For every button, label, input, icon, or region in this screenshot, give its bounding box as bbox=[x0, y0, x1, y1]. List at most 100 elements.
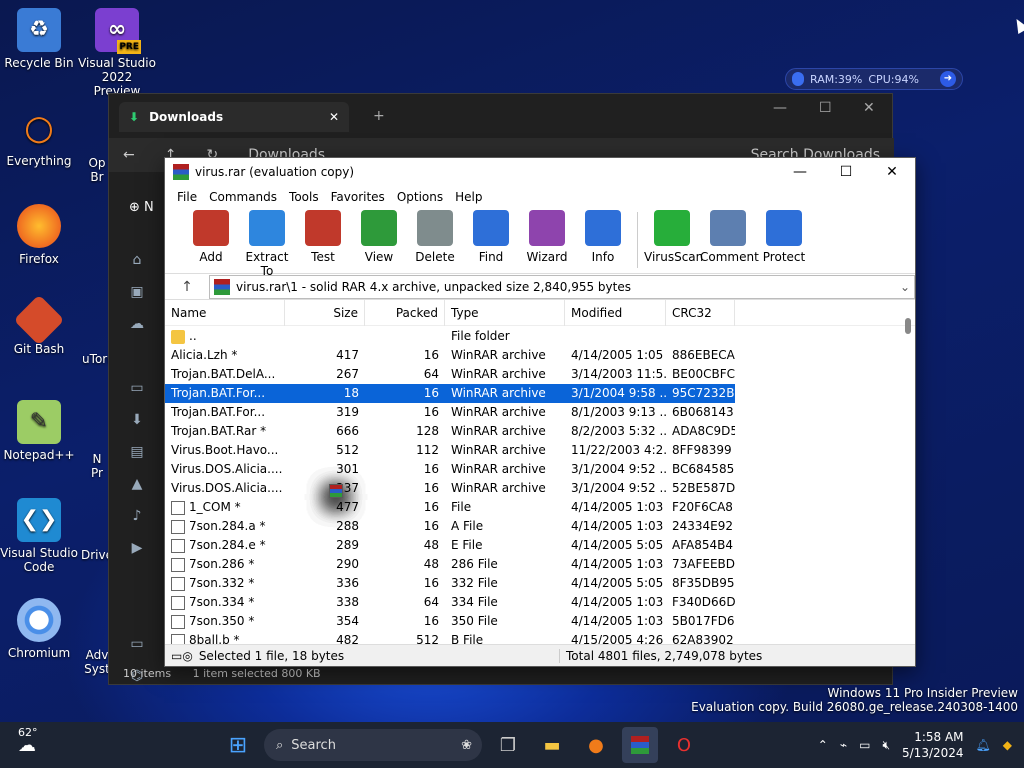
taskbar-search[interactable]: ⌕ Search ❀ bbox=[264, 729, 482, 761]
desktop-icon-git-bash[interactable]: Git Bash bbox=[0, 294, 78, 356]
onedrive-icon[interactable]: ☁ bbox=[109, 308, 165, 340]
view-button[interactable]: View bbox=[351, 208, 407, 264]
cell-type: 286 File bbox=[451, 557, 498, 571]
firefox-taskbar-icon[interactable]: ● bbox=[578, 727, 614, 763]
menu-tools[interactable]: Tools bbox=[283, 190, 325, 204]
table-row[interactable]: Alicia.Lzh * 417 16 WinRAR archive 4/14/2005… bbox=[165, 346, 905, 498]
info-button[interactable]: Info bbox=[575, 208, 631, 264]
column-size[interactable]: Size bbox=[285, 299, 365, 326]
weather-widget[interactable]: 62° ☁ bbox=[18, 726, 38, 756]
table-row[interactable]: Virus.DOS.Alicia.... 237 16 WinRAR archive 3… bbox=[165, 479, 905, 498]
chevron-down-icon[interactable]: ⌄ bbox=[896, 280, 914, 294]
close-button[interactable]: ✕ bbox=[869, 158, 915, 186]
windows-watermark: Windows 11 Pro Insider Preview Evaluatio… bbox=[691, 686, 1018, 714]
task-view-icon[interactable]: ❐ bbox=[490, 727, 526, 763]
chevron-up-icon[interactable]: ⌃ bbox=[818, 738, 828, 752]
file-list: .. File folder Alicia.Lzh * 417 16 WinRAR arc… bbox=[165, 327, 905, 645]
table-row[interactable]: Trojan.BAT.For... 319 16 WinRAR archive 8/1/… bbox=[165, 403, 905, 498]
desktop-icon-visual-studio-preview[interactable]: ∞ PRE Visual Studio 2022 Preview bbox=[78, 8, 156, 98]
ram-cpu-widget[interactable]: RAM:39% CPU:94% ➜ bbox=[785, 68, 963, 90]
column-type[interactable]: Type bbox=[445, 299, 565, 326]
winrar-taskbar-icon[interactable] bbox=[622, 727, 658, 763]
menu-help[interactable]: Help bbox=[449, 190, 488, 204]
pictures-icon[interactable]: ▲ bbox=[109, 468, 165, 500]
up-arrow-icon[interactable]: ↑ bbox=[165, 279, 209, 295]
column-modified[interactable]: Modified bbox=[565, 299, 666, 326]
cell-crc: 6B068143 bbox=[672, 405, 734, 419]
menu-commands[interactable]: Commands bbox=[203, 190, 283, 204]
table-row[interactable]: Virus.Boot.Havo... 512 112 WinRAR archive 11… bbox=[165, 441, 905, 498]
table-row[interactable]: 8ball.b * 482 512 B File 4/15/2005 4:26 ... 6… bbox=[165, 631, 905, 645]
add-button[interactable]: Add bbox=[183, 208, 239, 264]
home-icon[interactable]: ⌂ bbox=[109, 244, 165, 276]
this-pc-icon[interactable]: ▭ bbox=[109, 628, 165, 660]
table-row[interactable]: Trojan.BAT.Rar * 666 128 WinRAR archive 8/2/… bbox=[165, 422, 905, 498]
virusscan-button[interactable]: VirusScan bbox=[644, 208, 703, 264]
file-explorer-icon[interactable]: ▬ bbox=[534, 727, 570, 763]
table-row[interactable]: Trojan.BAT.DelA... 267 64 WinRAR archive 3/1… bbox=[165, 365, 905, 498]
table-row[interactable]: 7son.334 * 338 64 334 File 4/14/2005 1:03 ..… bbox=[165, 593, 905, 612]
table-row[interactable]: Virus.DOS.Alicia.... 301 16 WinRAR archive 3… bbox=[165, 460, 905, 498]
git-bash-icon bbox=[13, 294, 65, 346]
table-row[interactable]: 7son.284.a * 288 16 A File 4/14/2005 1:03 ..… bbox=[165, 517, 905, 536]
notification-bell-icon[interactable]: 🔔︎ bbox=[976, 738, 991, 752]
new-button[interactable]: ⊕ N bbox=[129, 200, 154, 215]
opera-icon[interactable]: O bbox=[666, 727, 702, 763]
extract-to-button[interactable]: Extract To bbox=[239, 208, 295, 278]
close-tab-button[interactable]: ✕ bbox=[329, 110, 339, 124]
menu-bar: File Commands Tools Favorites Options He… bbox=[165, 186, 915, 208]
desktop-icon-firefox[interactable]: Firefox bbox=[0, 204, 78, 266]
copilot-icon[interactable]: ◆ bbox=[1003, 738, 1012, 752]
table-row[interactable]: 7son.286 * 290 48 286 File 4/14/2005 1:03 ..… bbox=[165, 555, 905, 574]
comment-button[interactable]: Comment bbox=[700, 208, 759, 264]
folder-icon bbox=[171, 329, 185, 344]
menu-file[interactable]: File bbox=[171, 190, 203, 204]
minimize-icon[interactable]: — bbox=[773, 100, 787, 116]
test-button[interactable]: Test bbox=[295, 208, 351, 264]
desktop-icon[interactable]: ▭ bbox=[109, 372, 165, 404]
network-off-icon[interactable]: ⌁ bbox=[840, 738, 847, 752]
column-packed[interactable]: Packed bbox=[365, 299, 445, 326]
downloads-icon[interactable]: ⬇ bbox=[109, 404, 165, 436]
minimize-button[interactable]: — bbox=[777, 158, 823, 186]
table-row[interactable]: .. File folder bbox=[165, 327, 905, 346]
table-row[interactable]: 1_COM * 477 16 File 4/14/2005 1:03 ... F20F6C… bbox=[165, 498, 905, 517]
wizard-button[interactable]: Wizard bbox=[519, 208, 575, 264]
winrar-titlebar[interactable]: virus.rar (evaluation copy) — ☐ ✕ bbox=[165, 158, 915, 186]
clock[interactable]: 1:58 AM 5/13/2024 bbox=[902, 729, 964, 761]
column-crc32[interactable]: CRC32 bbox=[666, 299, 735, 326]
videos-icon[interactable]: ▶ bbox=[109, 532, 165, 564]
documents-icon[interactable]: ▤ bbox=[109, 436, 165, 468]
arrow-right-icon[interactable]: ➜ bbox=[940, 71, 956, 87]
cell-type: File bbox=[451, 500, 472, 514]
protect-button[interactable]: Protect bbox=[756, 208, 812, 264]
display-icon[interactable]: ▭ bbox=[859, 738, 870, 752]
desktop-icon-vscode[interactable]: ❮❯ Visual Studio Code bbox=[0, 498, 78, 574]
gallery-icon[interactable]: ▣ bbox=[109, 276, 165, 308]
table-row[interactable]: 7son.284.e * 289 48 E File 4/14/2005 5:05 ..… bbox=[165, 536, 905, 555]
maximize-icon[interactable]: ☐ bbox=[819, 100, 832, 116]
desktop-icon-recycle-bin[interactable]: ♻ Recycle Bin bbox=[0, 8, 78, 70]
explorer-tab[interactable]: ⬇ Downloads ✕ bbox=[119, 102, 349, 132]
close-icon[interactable]: ✕ bbox=[863, 100, 875, 116]
table-row[interactable]: Trojan.BAT.For... 18 16 WinRAR archive 3/1/2… bbox=[165, 384, 735, 498]
archive-path-field[interactable]: virus.rar\1 - solid RAR 4.x archive, unp… bbox=[209, 274, 915, 299]
find-button[interactable]: Find bbox=[463, 208, 519, 264]
delete-button[interactable]: Delete bbox=[407, 208, 463, 264]
start-windows-icon[interactable]: ⊞ bbox=[220, 727, 256, 763]
table-row[interactable]: 7son.350 * 354 16 350 File 4/14/2005 1:03 ..… bbox=[165, 612, 905, 631]
cell-size: 417 bbox=[336, 348, 359, 362]
speaker-muted-icon[interactable]: 🔇︎ bbox=[882, 738, 890, 753]
cell-packed: 128 bbox=[416, 424, 439, 438]
file-icon bbox=[171, 500, 185, 515]
menu-options[interactable]: Options bbox=[391, 190, 449, 204]
back-icon[interactable]: ← bbox=[123, 147, 135, 163]
new-tab-button[interactable]: + bbox=[373, 108, 385, 124]
toolbar-label: Add bbox=[199, 250, 223, 264]
table-row[interactable]: 7son.332 * 336 16 332 File 4/14/2005 5:05 ..… bbox=[165, 574, 905, 593]
maximize-button[interactable]: ☐ bbox=[823, 158, 869, 186]
menu-favorites[interactable]: Favorites bbox=[325, 190, 391, 204]
column-name[interactable]: Name bbox=[165, 299, 285, 326]
scrollbar[interactable] bbox=[905, 318, 911, 334]
music-icon[interactable]: ♪ bbox=[109, 500, 165, 532]
